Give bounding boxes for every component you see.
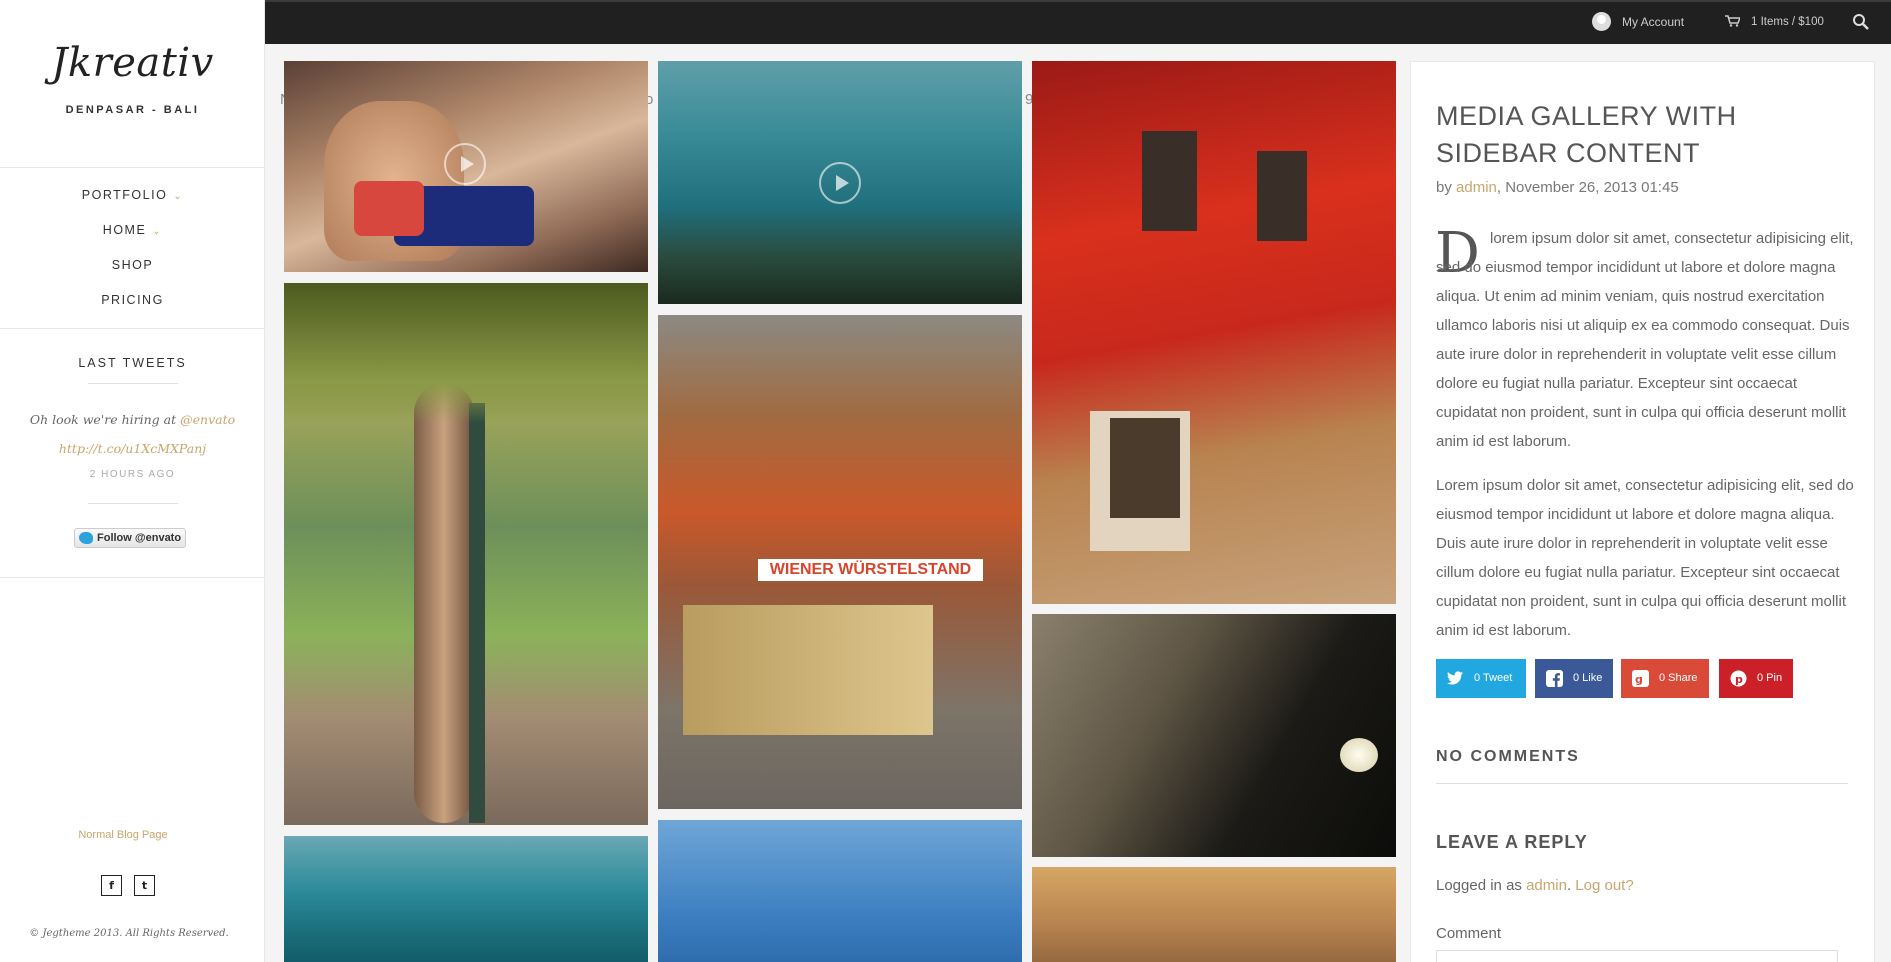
play-icon[interactable] (819, 162, 861, 204)
facebook-like-button[interactable]: 0 Like (1535, 659, 1613, 698)
search-icon[interactable] (1852, 13, 1870, 31)
gallery-item-sky[interactable] (658, 820, 1022, 962)
tweet-share-button[interactable]: 0 Tweet (1436, 659, 1526, 698)
photo-detail (1142, 131, 1197, 231)
logout-link[interactable]: Log out? (1575, 877, 1633, 894)
twitter-bird-icon (79, 532, 93, 544)
my-account-link[interactable]: My Account (1622, 15, 1684, 29)
share-count: 0 Pin (1757, 672, 1783, 684)
post-panel: MEDIA GALLERY WITH SIDEBAR CONTENT by ad… (1410, 61, 1875, 962)
post-paragraph: Lorem ipsum dolor sit amet, consectetur … (1436, 477, 1854, 639)
google-plus-icon: g (1632, 670, 1649, 687)
menu-item-shop[interactable]: SHOP (0, 253, 265, 288)
divider (0, 577, 265, 578)
google-share-button[interactable]: g 0 Share (1621, 659, 1709, 698)
tweet-text: Oh look we're hiring at @envato http://t… (0, 405, 265, 463)
pinterest-icon: p (1730, 670, 1747, 687)
top-bar: My Account 1 Items / $100 (265, 0, 1891, 44)
widget-rule (88, 503, 178, 504)
photo-detail (469, 403, 485, 823)
gallery-item-wurstelstand[interactable]: WIENER WÜRSTELSTAND (658, 315, 1022, 809)
cart-summary[interactable]: 1 Items / $100 (1751, 16, 1824, 28)
play-icon[interactable] (444, 143, 486, 185)
site-tagline: DENPASAR - BALI (65, 104, 200, 116)
tweet-mention-link[interactable]: @envato (180, 412, 235, 427)
post-paragraph: lorem ipsum dolor sit amet, consectetur … (1436, 224, 1861, 456)
photo-detail (1257, 151, 1307, 241)
left-sidebar: Jkreativ DENPASAR - BALI PORTFOLIO ⌄ HOME… (0, 0, 265, 962)
post-date: , November 26, 2013 01:45 (1496, 179, 1679, 196)
gallery-item-mountains[interactable] (284, 836, 648, 962)
leave-reply-heading: LEAVE A REPLY (1436, 832, 1588, 852)
chevron-down-icon: ⌄ (173, 191, 184, 202)
follow-label: Follow @envato (97, 532, 182, 544)
gallery-item-couple-video[interactable] (284, 61, 648, 272)
divider (0, 167, 265, 168)
chevron-down-icon: ⌄ (152, 226, 163, 237)
photo-detail (354, 181, 424, 236)
account-avatar-icon[interactable] (1592, 12, 1611, 31)
menu-item-portfolio[interactable]: PORTFOLIO ⌄ (0, 183, 265, 218)
pinterest-pin-button[interactable]: p 0 Pin (1719, 659, 1793, 698)
menu-label: HOME (102, 223, 147, 237)
photo-sign: WIENER WÜRSTELSTAND (758, 559, 983, 581)
comment-label: Comment (1436, 925, 1502, 942)
cart-icon[interactable] (1725, 15, 1740, 27)
menu-label: PORTFOLIO (81, 188, 168, 202)
main-menu: PORTFOLIO ⌄ HOME ⌄ SHOP PRICING (0, 183, 265, 323)
gallery-item-staircase[interactable] (1032, 614, 1396, 857)
photo-detail (683, 605, 933, 735)
logged-user-link[interactable]: admin (1526, 877, 1567, 894)
no-comments-heading: NO COMMENTS (1436, 748, 1580, 765)
menu-item-pricing[interactable]: PRICING (0, 288, 265, 323)
logged-in-notice: Logged in as admin. Log out? (1436, 877, 1634, 894)
author-link[interactable]: admin (1456, 179, 1497, 196)
photo-detail (1110, 418, 1180, 518)
share-count: 0 Tweet (1474, 672, 1513, 684)
photo-detail (414, 383, 474, 823)
menu-label: SHOP (111, 258, 154, 272)
twitter-icon[interactable]: t (134, 875, 155, 896)
menu-item-home[interactable]: HOME ⌄ (0, 218, 265, 253)
gallery-item-sunset-mountains[interactable] (1032, 867, 1396, 962)
site-logo[interactable]: Jkreativ (0, 40, 265, 86)
logged-prefix: Logged in as (1436, 877, 1522, 894)
post-meta: by admin, November 26, 2013 01:45 (1436, 179, 1679, 196)
photo-detail (284, 283, 648, 423)
gallery-item-red-ivy-wall[interactable] (1032, 61, 1396, 604)
copyright: © Jegtheme 2013. All Rights Reserved. (29, 928, 229, 939)
meta-prefix: by (1436, 179, 1452, 196)
tweet-url-link[interactable]: http://t.co/u1XcMXPanj (59, 441, 206, 456)
gallery-item-valley-video[interactable] (658, 61, 1022, 304)
facebook-icon (1546, 670, 1563, 687)
widget-title: LAST TWEETS (78, 356, 187, 370)
share-count: 0 Share (1659, 672, 1698, 684)
divider (0, 328, 265, 329)
comment-textarea[interactable] (1436, 950, 1838, 962)
svg-text:p: p (1735, 673, 1743, 686)
tweet-body: Oh look we're hiring at (29, 412, 177, 427)
post-title: MEDIA GALLERY WITH SIDEBAR CONTENT (1436, 101, 1737, 168)
widget-title-rule (88, 383, 178, 384)
lamp-detail (1340, 738, 1378, 772)
facebook-icon[interactable]: f (101, 875, 122, 896)
menu-label: PRICING (101, 293, 164, 307)
gallery-item-tree[interactable] (284, 283, 648, 825)
share-count: 0 Like (1573, 672, 1603, 684)
paragraph-text: lorem ipsum dolor sit amet, consectetur … (1436, 230, 1854, 450)
twitter-icon (1447, 671, 1463, 685)
twitter-follow-button[interactable]: Follow @envato (74, 528, 186, 548)
tweet-time: 2 HOURS AGO (89, 469, 176, 480)
section-divider (1436, 783, 1848, 784)
normal-blog-page-link[interactable]: Normal Blog Page (0, 829, 246, 841)
svg-text:g: g (1635, 673, 1643, 686)
